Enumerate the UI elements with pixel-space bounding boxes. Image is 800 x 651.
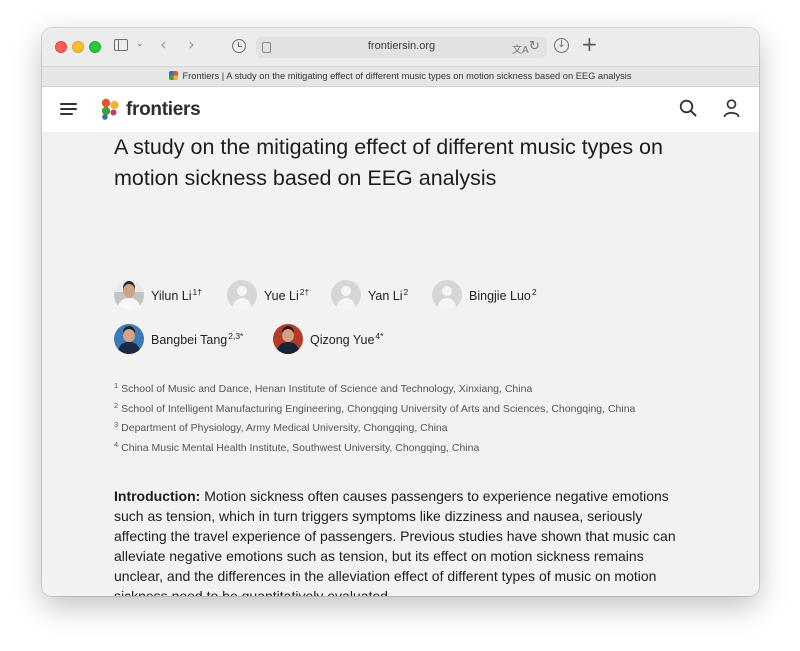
author-name[interactable]: Bangbei Tang2,3* [151, 331, 243, 347]
frontiers-logo-icon [101, 98, 119, 120]
author-name[interactable]: Yan Li2 [368, 287, 408, 303]
back-button[interactable]: ‹ [160, 35, 167, 55]
affiliation-item: 3 Department of Physiology, Army Medical … [114, 420, 448, 434]
avatar-placeholder-icon [227, 280, 257, 310]
author-name[interactable]: Bingjie Luo2 [469, 287, 537, 303]
avatar-placeholder-icon [432, 280, 462, 310]
author-name[interactable]: Qizong Yue4* [310, 331, 383, 347]
site-header: frontiers [42, 87, 759, 132]
download-icon[interactable]: ↓ [554, 38, 569, 53]
abstract-label: Introduction: [114, 488, 201, 504]
address-bar[interactable]: frontiersin.org 文A ↻ [256, 37, 547, 58]
search-icon[interactable] [679, 99, 697, 117]
author-name[interactable]: Yue Li2† [264, 287, 309, 303]
author-avatar [114, 324, 144, 354]
logo-text: frontiers [126, 99, 201, 120]
frontiers-favicon-icon [169, 71, 179, 80]
reload-icon[interactable]: ↻ [529, 39, 540, 54]
affiliation-item: 2 School of Intelligent Manufacturing Eng… [114, 400, 636, 415]
tab-bar: Frontiers | A study on the mitigating ef… [42, 66, 759, 87]
abstract-introduction: Introduction: Motion sickness often caus… [114, 486, 694, 596]
url-text[interactable]: frontiersin.org [256, 40, 547, 52]
affiliation-item: 1 School of Music and Dance, Henan Instit… [114, 381, 533, 395]
affiliations-list: 1 School of Music and Dance, Henan Instit… [114, 378, 714, 456]
author-name[interactable]: Yilun Li1† [151, 287, 202, 303]
forward-button[interactable]: › [188, 35, 195, 55]
minimize-window-button[interactable] [72, 41, 84, 53]
author-avatar [114, 280, 144, 310]
zoom-window-button[interactable] [89, 41, 101, 53]
article-title: A study on the mitigating effect of diff… [114, 135, 663, 190]
clock-icon[interactable] [232, 39, 246, 53]
chevron-down-icon[interactable]: ⌄ [136, 39, 144, 49]
menu-icon[interactable] [60, 102, 77, 116]
browser-window: ⌄ ‹ › frontiersin.org 文A ↻ ↓ + Frontiers… [42, 28, 759, 596]
translate-icon[interactable]: 文A [512, 41, 529, 56]
abstract-text: Motion sickness often causes passengers … [114, 488, 676, 596]
tab-title: Frontiers | A study on the mitigating ef… [182, 71, 632, 81]
close-window-button[interactable] [55, 41, 67, 53]
new-tab-button[interactable]: + [581, 32, 598, 56]
sidebar-icon[interactable] [114, 39, 128, 51]
article-content: A study on the mitigating effect of diff… [42, 132, 759, 596]
avatar-placeholder-icon [331, 280, 361, 310]
profile-icon[interactable] [723, 99, 740, 118]
browser-toolbar: ⌄ ‹ › frontiersin.org 文A ↻ ↓ + [42, 28, 759, 66]
affiliation-item: 4 China Music Mental Health Institute, So… [114, 439, 480, 454]
author-avatar [273, 324, 303, 354]
active-tab[interactable]: Frontiers | A study on the mitigating ef… [42, 71, 759, 81]
